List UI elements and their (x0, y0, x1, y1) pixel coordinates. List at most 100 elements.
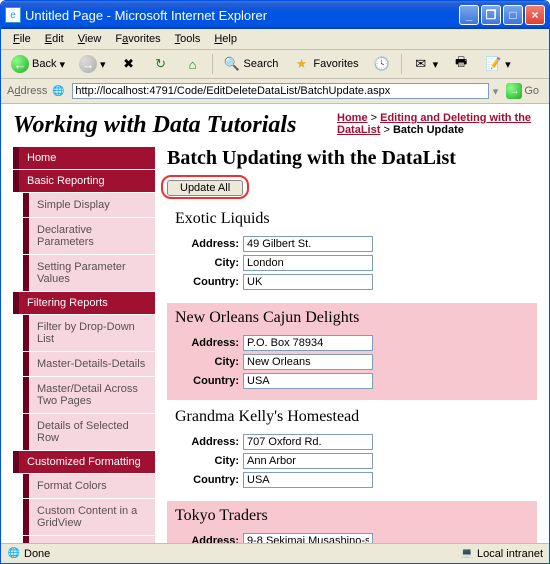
mail-button[interactable]: ✉▾ (408, 53, 443, 75)
update-all-button[interactable]: Update All (167, 180, 243, 196)
sidebar-group-filtering-reports[interactable]: Filtering Reports (13, 292, 155, 314)
sidebar-item[interactable]: Master/Detail Across Two Pages (23, 377, 155, 413)
sidebar-item[interactable]: Format Colors (23, 474, 155, 498)
sidebar-item[interactable]: Custom Content in a DetailsView (23, 536, 155, 543)
toolbar: ←Back ▾ → ▾ ✖ ↻ ⌂ 🔍Search ★Favorites 🕓 ✉… (1, 50, 549, 79)
close-button[interactable]: × (525, 5, 545, 25)
sidebar-item[interactable]: Simple Display (23, 193, 155, 217)
breadcrumb-home[interactable]: Home (337, 112, 368, 124)
city-label: City: (175, 257, 243, 269)
statusbar: 🌐 Done 💻 Local intranet (1, 543, 549, 563)
back-icon: ← (11, 55, 29, 73)
search-button[interactable]: 🔍Search (219, 53, 283, 75)
sidebar-group-basic-reporting[interactable]: Basic Reporting (13, 170, 155, 192)
back-button[interactable]: ←Back ▾ (7, 53, 69, 75)
breadcrumb-current: Batch Update (393, 124, 464, 136)
city-input[interactable] (243, 255, 373, 271)
refresh-button[interactable]: ↻ (148, 53, 174, 75)
country-input[interactable] (243, 274, 373, 290)
city-input[interactable] (243, 354, 373, 370)
menubar: File Edit View Favorites Tools Help (1, 29, 549, 50)
list-item: Exotic Liquids Address: City: Country: (167, 204, 537, 301)
list-item: New Orleans Cajun Delights Address: City: C… (167, 303, 537, 400)
history-button[interactable]: 🕓 (369, 53, 395, 75)
address-label: Address: (175, 337, 243, 349)
window-buttons: _ ❐ □ × (459, 5, 545, 25)
item-name: New Orleans Cajun Delights (175, 309, 529, 327)
country-input[interactable] (243, 472, 373, 488)
mail-icon: ✉ (412, 55, 430, 73)
sidebar-item-home[interactable]: Home (13, 147, 155, 169)
country-label: Country: (175, 375, 243, 387)
item-name: Tokyo Traders (175, 507, 529, 525)
address-label: Address (7, 85, 47, 97)
address-bar: Address 🌐 ▾ →Go (1, 79, 549, 104)
sidebar-item[interactable]: Details of Selected Row (23, 414, 155, 450)
go-button[interactable]: →Go (502, 82, 543, 100)
main-content: Batch Updating with the DataList Update … (167, 147, 537, 543)
window-title: Untitled Page - Microsoft Internet Explo… (25, 8, 267, 23)
search-label: Search (244, 58, 279, 70)
stop-icon: ✖ (120, 55, 138, 73)
address-label: Address: (175, 238, 243, 250)
sidebar-item[interactable]: Custom Content in a GridView (23, 499, 155, 535)
forward-button[interactable]: → ▾ (75, 53, 110, 75)
maximize-button[interactable]: □ (503, 5, 523, 25)
edit-icon: 📝 (484, 55, 502, 73)
print-icon: 🖶 (452, 55, 470, 73)
browser-viewport[interactable]: Working with Data Tutorials Home > Editi… (1, 104, 549, 543)
address-dropdown[interactable]: ▾ (493, 85, 499, 98)
sidebar-item[interactable]: Filter by Drop-Down List (23, 315, 155, 351)
address-input[interactable] (243, 434, 373, 450)
go-label: Go (524, 85, 539, 97)
country-label: Country: (175, 474, 243, 486)
country-input[interactable] (243, 373, 373, 389)
item-name: Exotic Liquids (175, 210, 529, 228)
city-label: City: (175, 356, 243, 368)
favorites-label: Favorites (313, 58, 358, 70)
menu-favorites[interactable]: Favorites (109, 31, 166, 47)
item-name: Grandma Kelly's Homestead (175, 408, 529, 426)
edit-button[interactable]: 📝▾ (480, 53, 515, 75)
sidebar-item[interactable]: Master-Details-Details (23, 352, 155, 376)
menu-tools[interactable]: Tools (169, 31, 207, 47)
list-item: Grandma Kelly's HomesteadAddress:City:Co… (167, 402, 537, 499)
menu-help[interactable]: Help (208, 31, 243, 47)
minimize-button[interactable]: _ (459, 5, 479, 25)
star-icon: ★ (292, 55, 310, 73)
zone-icon: 💻 (460, 547, 474, 561)
print-button[interactable]: 🖶 (448, 53, 474, 75)
refresh-icon: ↻ (152, 55, 170, 73)
status-right: Local intranet (477, 548, 543, 560)
home-button[interactable]: ⌂ (180, 53, 206, 75)
menu-file[interactable]: File (7, 31, 37, 47)
city-input[interactable] (243, 453, 373, 469)
country-label: Country: (175, 276, 243, 288)
menu-edit[interactable]: Edit (39, 31, 70, 47)
address-input[interactable] (243, 236, 373, 252)
forward-icon: → (79, 55, 97, 73)
sidebar-item[interactable]: Setting Parameter Values (23, 255, 155, 291)
history-icon: 🕓 (373, 55, 391, 73)
sidebar-group-customized-formatting[interactable]: Customized Formatting (13, 451, 155, 473)
home-icon: ⌂ (184, 55, 202, 73)
sidebar-item[interactable]: Declarative Parameters (23, 218, 155, 254)
list-item: Tokyo TradersAddress:City:Country: (167, 501, 537, 543)
breadcrumb: Home > Editing and Deleting with the Dat… (337, 112, 537, 136)
site-title: Working with Data Tutorials (13, 112, 319, 139)
go-icon: → (506, 83, 522, 99)
stop-button[interactable]: ✖ (116, 53, 142, 75)
address-input[interactable] (72, 83, 488, 99)
restore-button[interactable]: ❐ (481, 5, 501, 25)
sidebar: Home Basic Reporting Simple Display Decl… (13, 147, 155, 543)
done-icon: 🌐 (7, 547, 21, 561)
address-label: Address: (175, 535, 243, 543)
page-heading: Batch Updating with the DataList (167, 147, 537, 170)
menu-view[interactable]: View (72, 31, 108, 47)
search-icon: 🔍 (223, 55, 241, 73)
address-label: Address: (175, 436, 243, 448)
favorites-button[interactable]: ★Favorites (288, 53, 362, 75)
address-input[interactable] (243, 335, 373, 351)
address-input[interactable] (243, 533, 373, 543)
status-left: Done (24, 548, 50, 560)
